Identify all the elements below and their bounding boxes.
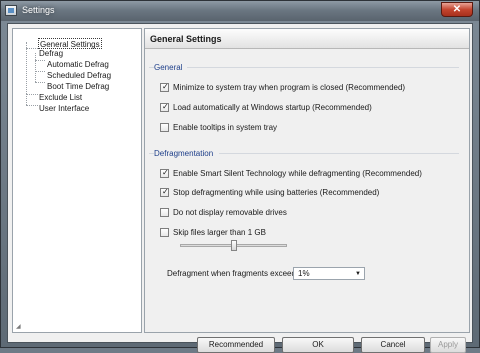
tree-connector [35,71,45,72]
close-icon: ✕ [452,4,462,15]
checkbox[interactable]: ✓ [160,187,169,197]
app-icon [5,5,17,16]
group-divider [187,67,459,68]
chevron-down-icon: ▼ [355,271,361,277]
cancel-button[interactable]: Cancel [361,337,425,353]
tree-item-automatic-defrag[interactable]: Automatic Defrag [47,59,109,70]
check-icon: ✓ [162,102,169,111]
checkbox[interactable] [160,123,169,132]
tree-connector [35,53,36,82]
tree-connector [26,105,38,106]
tree-connector [26,48,38,49]
option-label: Do not display removable drives [173,208,287,217]
tree-connector [26,94,38,95]
panel-title: General Settings [145,29,469,49]
checkbox[interactable]: ✓ [160,82,169,92]
option-label: Skip files larger than 1 GB [173,228,266,237]
title-bar[interactable]: Settings ✕ [1,1,479,21]
option-label: Enable Smart Silent Technology while def… [173,169,422,178]
check-icon: ✓ [162,187,169,196]
check-icon: ✓ [162,82,169,91]
tree-item-user-interface[interactable]: User Interface [39,103,89,114]
apply-button[interactable]: Apply [430,337,466,353]
tree-connector [26,42,27,94]
tree-connector [26,94,27,105]
tree-connector [35,60,45,61]
group-divider [219,153,459,154]
tree-item-boot-time-defrag[interactable]: Boot Time Defrag [47,81,109,92]
fragments-label: Defragment when fragments exceed: [167,269,299,278]
checkbox[interactable]: ✓ [160,168,169,178]
checkbox[interactable]: ✓ [160,102,169,112]
settings-panel: General Settings General ✓ Minimize to s… [144,28,470,333]
option-label: Load automatically at Windows startup (R… [173,103,372,112]
resize-grip-icon[interactable]: ◢ [16,324,22,330]
settings-tree: General Settings Defrag Automatic Defrag… [12,28,142,333]
fragments-threshold-select[interactable]: 1% ▼ [293,267,365,280]
window-title: Settings [22,5,55,15]
close-button[interactable]: ✕ [441,2,473,17]
tree-connector [35,82,45,83]
settings-window: Settings ✕ General Settings Defrag Autom… [0,0,480,353]
option-label: Minimize to system tray when program is … [173,83,406,92]
ok-button[interactable]: OK [282,337,354,353]
fragments-threshold-value: 1% [298,269,310,278]
check-icon: ✓ [162,168,169,177]
skip-size-slider-thumb[interactable] [230,240,237,251]
group-label-general: General [154,63,183,72]
tree-item-exclude-list[interactable]: Exclude List [39,92,82,103]
checkbox[interactable] [160,228,169,237]
client-area: General Settings Defrag Automatic Defrag… [7,23,473,353]
recommended-button[interactable]: Recommended [197,337,275,353]
option-label: Stop defragmenting while using batteries… [173,188,380,197]
group-label-defragmentation: Defragmentation [154,149,214,158]
option-label: Enable tooltips in system tray [173,123,278,132]
tree-item-scheduled-defrag[interactable]: Scheduled Defrag [47,70,111,81]
tree-item-defrag[interactable]: Defrag [39,48,63,59]
checkbox[interactable] [160,208,169,217]
